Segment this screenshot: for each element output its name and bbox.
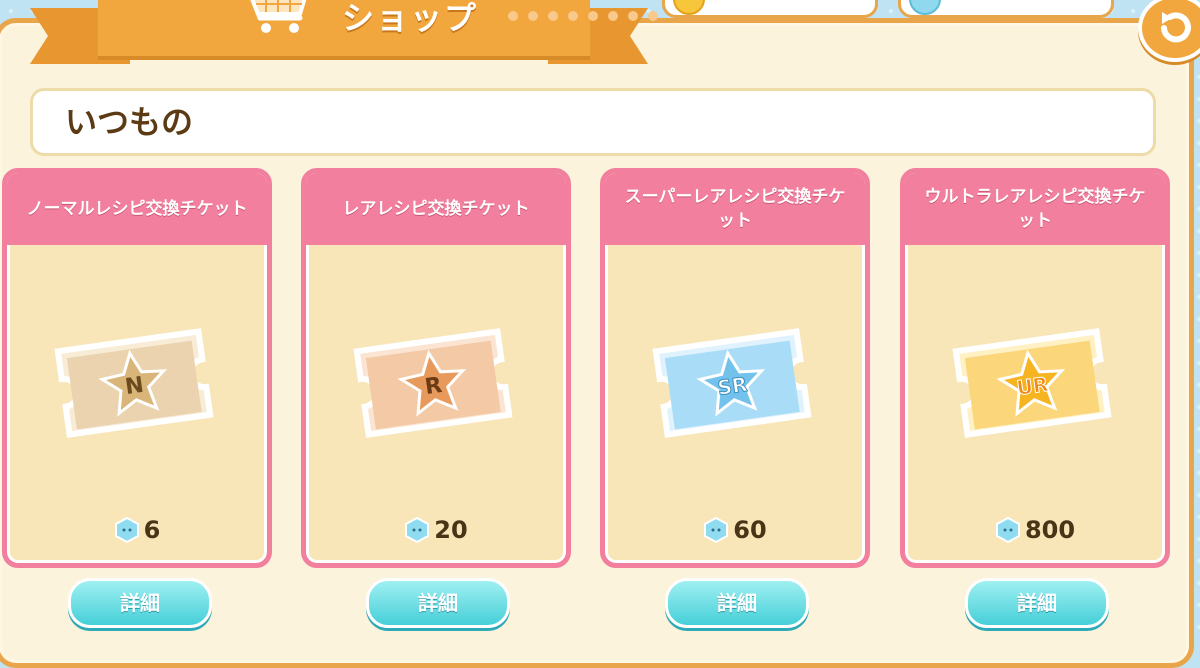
item-name: ノーマルレシピ交換チケット [26, 199, 248, 219]
item-name: レアレシピ交換チケット [342, 199, 530, 219]
shop-item-card[interactable]: ウルトラレアレシピ交換チケット UR 800 [900, 168, 1170, 568]
ticket-n-icon: N [54, 328, 214, 438]
price-value: 20 [434, 516, 468, 544]
detail-button[interactable]: 詳細 [366, 578, 510, 628]
section-header: いつもの [30, 88, 1156, 156]
gem-icon [909, 0, 941, 15]
ticket-sr-icon: SR [652, 328, 812, 438]
card-header: ウルトラレアレシピ交換チケット [905, 173, 1165, 245]
detail-button[interactable]: 詳細 [965, 578, 1109, 628]
coin-icon [673, 0, 705, 15]
detail-button[interactable]: 詳細 [68, 578, 212, 628]
svg-text:N: N [124, 373, 146, 400]
shopping-cart-icon [250, 0, 307, 33]
price-value: 800 [1024, 516, 1076, 544]
item-name: スーパーレアレシピ交換チケット [624, 187, 846, 231]
currency-bar-coins [662, 0, 878, 18]
card-header: レアレシピ交換チケット [306, 173, 566, 245]
gem-icon [405, 517, 430, 543]
ticket-r-icon: R [353, 328, 513, 438]
shop-item-card[interactable]: ノーマルレシピ交換チケット N 6 [2, 168, 272, 568]
card-header: ノーマルレシピ交換チケット [7, 173, 267, 245]
shop-item-card[interactable]: レアレシピ交換チケット R 20 [301, 168, 571, 568]
price-tag: 6 [7, 516, 267, 544]
card-header: スーパーレアレシピ交換チケット [605, 173, 865, 245]
gem-icon [704, 517, 729, 543]
price-value: 60 [733, 516, 767, 544]
price-tag: 20 [306, 516, 566, 544]
detail-button[interactable]: 詳細 [665, 578, 809, 628]
gem-icon [995, 517, 1020, 543]
title-ribbon: ショップ [98, 0, 658, 60]
svg-text:UR: UR [1015, 372, 1050, 400]
back-arrow-icon [1161, 12, 1191, 43]
item-name: ウルトラレアレシピ交換チケット [924, 187, 1146, 231]
ribbon-decoration [508, 11, 658, 21]
svg-text:R: R [423, 373, 443, 400]
price-tag: 800 [905, 516, 1165, 544]
shop-item-card[interactable]: スーパーレアレシピ交換チケット SR 60 [600, 168, 870, 568]
currency-bar-gems [898, 0, 1114, 18]
section-title: いつもの [65, 103, 194, 141]
ticket-ur-icon: UR [952, 328, 1112, 438]
gem-icon [114, 517, 139, 543]
price-tag: 60 [605, 516, 865, 544]
page-title: ショップ [342, 0, 479, 37]
svg-text:SR: SR [716, 372, 749, 400]
price-value: 6 [143, 516, 161, 544]
